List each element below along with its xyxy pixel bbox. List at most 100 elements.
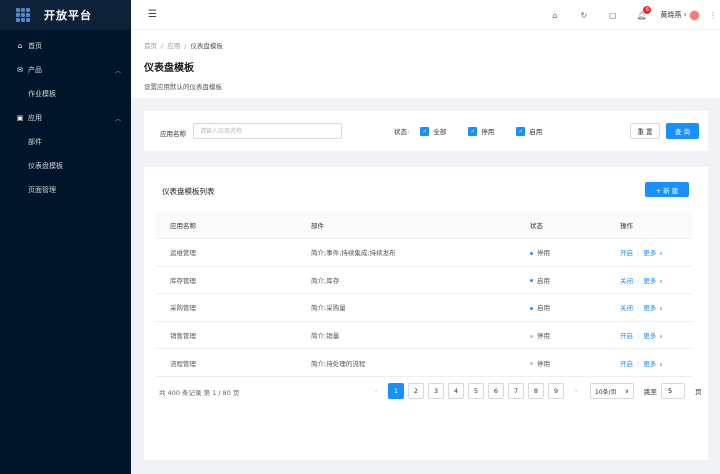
row-app-name: 库存管理 — [170, 276, 196, 285]
toggle-status-link[interactable]: 关闭 — [620, 277, 633, 285]
page-button[interactable]: 9 — [548, 383, 564, 399]
sidebar-nav: ⌂ 首页 ✉ 产品 ︿ 作业模板 ▣ 应用 ︿ 部件 仪表盘模板 页面管理 — [0, 30, 131, 202]
check-icon: ✓ — [516, 126, 526, 136]
refresh-icon[interactable]: ↻ — [569, 11, 598, 20]
bell-icon[interactable]: 🔔︎ 6 — [627, 5, 656, 20]
more-link[interactable]: 更多 — [643, 304, 656, 312]
status-dot — [530, 306, 533, 310]
page-unit-label: 页 — [695, 388, 702, 396]
row-app-name: 流程管理 — [170, 359, 196, 368]
sidebar-item-parts[interactable]: 部件 — [0, 130, 131, 154]
jump-input[interactable] — [661, 383, 685, 399]
user-name[interactable]: 黄晓燕 — [660, 10, 681, 20]
page-button[interactable]: 3 — [428, 383, 444, 399]
row-status: 停用 — [530, 330, 620, 340]
prev-page-icon[interactable]: ‹ — [368, 383, 384, 399]
list-card: 仪表盘模板列表 + 新 建 应用名称 部件 状态 操作 运维管理 简介;事件;持续… — [144, 167, 708, 460]
row-status: 启用 — [530, 275, 620, 285]
breadcrumb-home[interactable]: 首页 — [144, 42, 157, 50]
apps-grid-icon[interactable] — [16, 8, 30, 22]
status-dot — [530, 334, 533, 338]
table-row: 采购管理 简介;采购量 启用 关闭 | 更多 ∨ — [156, 294, 692, 322]
row-status: 停用 — [530, 247, 620, 257]
reset-button[interactable]: 重 置 — [630, 123, 660, 139]
page-button[interactable]: 2 — [408, 383, 424, 399]
sidebar-item-home[interactable]: ⌂ 首页 — [0, 34, 131, 58]
logo-area: 开放平台 — [0, 0, 131, 30]
status-text: 停用 — [537, 249, 550, 258]
page-button[interactable]: 7 — [508, 383, 524, 399]
page-size-value: 10条/页 — [595, 388, 617, 396]
new-button[interactable]: + 新 建 — [645, 182, 689, 197]
chevron-down-icon[interactable]: ∨ — [683, 12, 687, 18]
chevron-down-icon[interactable]: ∨ — [659, 334, 663, 340]
app-name-input[interactable] — [193, 123, 342, 139]
more-link[interactable]: 更多 — [643, 332, 656, 340]
top-header: ☰ ⌂ ↻ ▢ 🔔︎ 6 黄晓燕 ∨ ⋮ — [131, 0, 720, 30]
avatar[interactable] — [689, 9, 700, 21]
app-title: 开放平台 — [44, 9, 92, 22]
app-icon: ▣ — [16, 114, 24, 122]
status-checkbox-enabled[interactable]: ✓ 启用 — [516, 126, 542, 136]
header-actions: ⌂ ↻ ▢ 🔔︎ 6 黄晓燕 ∨ ⋮ — [540, 0, 720, 30]
more-link[interactable]: 更多 — [643, 249, 656, 257]
pagination-total: 共 400 条记录 第 1 / 80 页 — [159, 389, 240, 397]
checkbox-label: 全部 — [433, 128, 447, 136]
row-status: 启用 — [530, 302, 620, 312]
sidebar-item-label: 首页 — [28, 42, 42, 50]
toggle-status-link[interactable]: 关闭 — [620, 304, 633, 312]
chevron-down-icon: ∨ — [624, 387, 629, 395]
table-row: 运维管理 简介;事件;持续集成;持续发布 停用 开启 | 更多 ∨ — [156, 239, 692, 267]
column-header: 应用名称 — [170, 222, 196, 230]
chevron-down-icon[interactable]: ∨ — [659, 362, 663, 368]
page-button[interactable]: 5 — [468, 383, 484, 399]
home-icon: ⌂ — [17, 42, 23, 50]
next-page-icon[interactable]: › — [568, 383, 584, 399]
sidebar-item-app[interactable]: ▣ 应用 ︿ — [0, 106, 131, 130]
more-link[interactable]: 更多 — [643, 277, 656, 285]
row-actions: 开启 | 更多 ∨ — [620, 249, 663, 258]
sidebar-item-job-template[interactable]: 作业模板 — [0, 82, 131, 106]
status-checkbox-disabled[interactable]: ✓ 停用 — [468, 126, 494, 136]
pagination: ‹ 123456789 › 10条/页 ∨ 跳至 页 — [368, 383, 702, 399]
page-button[interactable]: 1 — [388, 383, 404, 399]
column-header: 操作 — [620, 222, 633, 230]
table-row: 销售管理 简介;销量 停用 开启 | 更多 ∨ — [156, 322, 692, 350]
more-link[interactable]: 更多 — [643, 360, 656, 368]
chevron-down-icon[interactable]: ∨ — [659, 251, 663, 257]
toggle-status-link[interactable]: 开启 — [620, 249, 633, 257]
status-dot — [530, 251, 533, 255]
chevron-down-icon[interactable]: ∨ — [659, 279, 663, 285]
query-button[interactable]: 查 询 — [666, 123, 699, 139]
row-app-name: 采购管理 — [170, 304, 196, 313]
sidebar-item-page-manage[interactable]: 页面管理 — [0, 178, 131, 202]
template-table: 应用名称 部件 状态 操作 运维管理 简介;事件;持续集成;持续发布 停用 开启 | 更多… — [156, 212, 692, 377]
page-header: 首页 / 应用 / 仪表盘模板 仪表盘模板 设置应用默认的仪表盘模板 — [131, 30, 720, 98]
home-icon[interactable]: ⌂ — [540, 11, 569, 20]
status-filter: 状态: ✓ 全部 ✓ 停用 ✓ 启用 — [394, 126, 542, 136]
toggle-status-link[interactable]: 开启 — [620, 332, 633, 340]
status-text: 启用 — [537, 304, 550, 313]
toggle-status-link[interactable]: 开启 — [620, 360, 633, 368]
row-parts: 简介;待处理的流程 — [311, 359, 366, 368]
more-vertical-icon[interactable]: ⋮ — [706, 11, 720, 20]
menu-toggle-icon[interactable]: ☰ — [148, 9, 157, 20]
sidebar-item-label: 应用 — [28, 114, 42, 122]
page-button[interactable]: 4 — [448, 383, 464, 399]
breadcrumb-app[interactable]: 应用 — [167, 42, 180, 50]
row-parts: 简介;采购量 — [311, 304, 346, 313]
sidebar: 开放平台 ⌂ 首页 ✉ 产品 ︿ 作业模板 ▣ 应用 ︿ 部件 仪表盘模板 页面… — [0, 0, 131, 474]
sidebar-item-dashboard-template[interactable]: 仪表盘模板 — [0, 154, 131, 178]
page-button[interactable]: 8 — [528, 383, 544, 399]
page-button[interactable]: 6 — [488, 383, 504, 399]
fullscreen-icon[interactable]: ▢ — [598, 11, 627, 20]
sidebar-item-product[interactable]: ✉ 产品 ︿ — [0, 58, 131, 82]
chevron-up-icon: ︿ — [114, 67, 121, 75]
status-checkbox-all[interactable]: ✓ 全部 — [420, 126, 446, 136]
chevron-down-icon[interactable]: ∨ — [659, 306, 663, 312]
page-description: 设置应用默认的仪表盘模板 — [144, 83, 222, 91]
column-header: 状态 — [530, 222, 543, 230]
page-size-select[interactable]: 10条/页 ∨ — [590, 383, 634, 399]
table-header: 应用名称 部件 状态 操作 — [156, 212, 692, 239]
row-actions: 关闭 | 更多 ∨ — [620, 304, 663, 313]
